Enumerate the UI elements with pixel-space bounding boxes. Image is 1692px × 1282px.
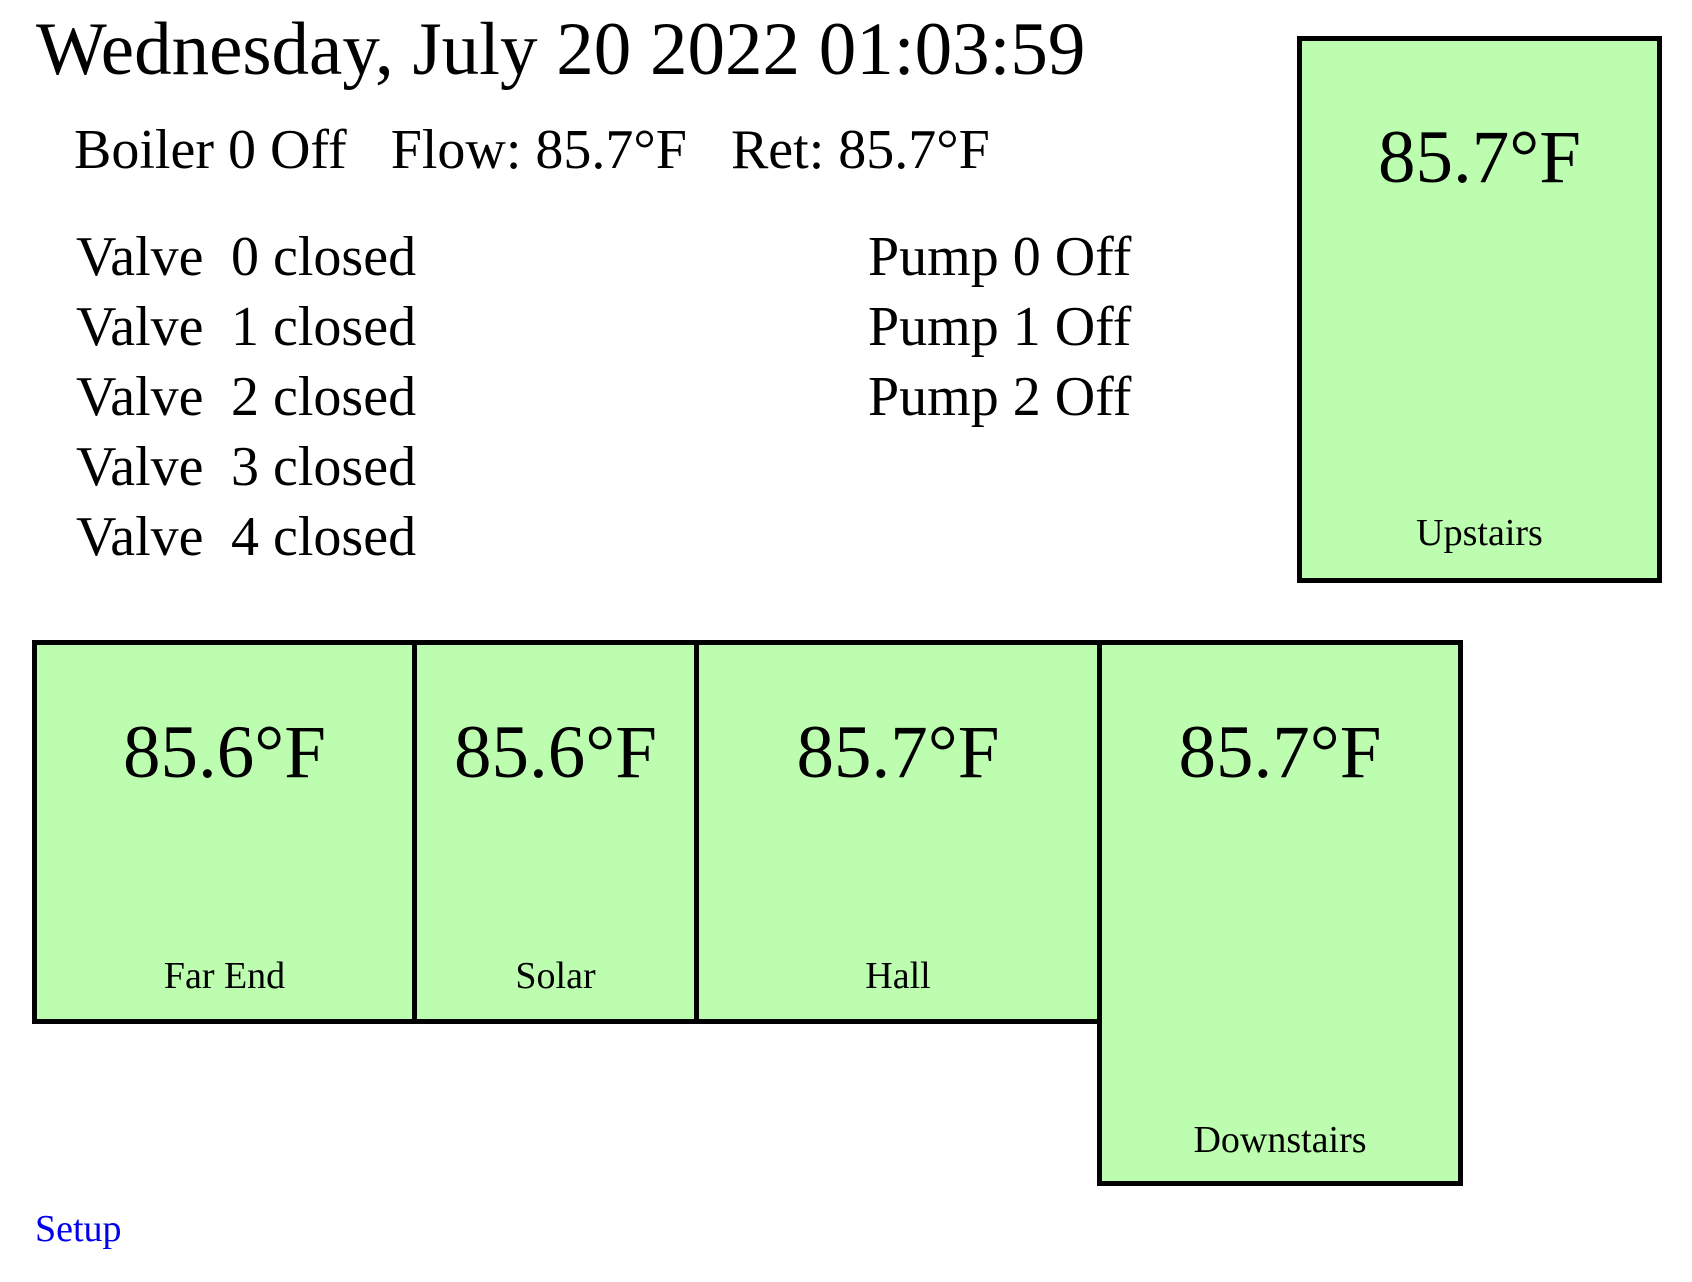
pump-status: Pump 0 Off [868,226,1132,288]
zone-solar[interactable]: 85.6°F Solar [412,640,699,1024]
valve-number: 0 [231,226,259,288]
zone-name: Far End [163,955,286,997]
zone-name: Downstairs [1193,1119,1367,1161]
zone-upstairs[interactable]: 85.7°F Upstairs [1297,36,1662,583]
valve-state: closed [273,296,417,358]
valve-row: Valve 1 closed [76,292,416,362]
flow-temperature: Flow: 85.7°F [390,119,687,181]
valve-label: Valve [76,506,204,568]
zone-temperature: 85.7°F [796,711,1000,794]
valve-number: 1 [231,296,259,358]
valve-label: Valve [76,366,204,428]
valve-label: Valve [76,436,204,498]
zone-downstairs[interactable]: 85.7°F Downstairs [1097,640,1463,1186]
valve-row: Valve 4 closed [76,502,416,572]
zone-temperature: 85.6°F [123,711,326,794]
zone-name: Upstairs [1416,512,1543,554]
pump-status: Pump 1 Off [868,296,1132,358]
pump-status: Pump 2 Off [868,366,1132,428]
thermostat-dashboard: Wednesday, July 20 2022 01:03:59 Boiler … [0,0,1692,1282]
valve-state: closed [273,506,417,568]
valve-number: 3 [231,436,259,498]
current-datetime: Wednesday, July 20 2022 01:03:59 [36,8,1086,91]
valve-number: 2 [231,366,259,428]
zone-temperature: 85.7°F [1178,711,1382,794]
valve-state: closed [273,226,417,288]
boiler-status: Boiler 0 Off [74,119,347,181]
zone-temperature: 85.7°F [1378,116,1581,199]
valve-state: closed [273,436,417,498]
pump-list: Pump 0 Off Pump 1 Off Pump 2 Off [868,222,1131,432]
valve-state: closed [273,366,417,428]
zone-name: Hall [865,955,931,997]
zone-far-end[interactable]: 85.6°F Far End [32,640,417,1024]
valve-number: 4 [231,506,259,568]
valve-list: Valve 0 closed Valve 1 closed Valve 2 close… [76,222,416,572]
valve-row: Valve 2 closed [76,362,416,432]
zone-name: Solar [515,955,596,997]
valve-row: Valve 3 closed [76,432,416,502]
zone-temperature: 85.6°F [454,711,657,794]
valve-label: Valve [76,226,204,288]
valve-label: Valve [76,296,204,358]
setup-link[interactable]: Setup [35,1210,122,1248]
valve-row: Valve 0 closed [76,222,416,292]
boiler-status-line: Boiler 0 Off Flow: 85.7°F Ret: 85.7°F [74,122,990,178]
return-temperature: Ret: 85.7°F [730,119,990,181]
zone-hall[interactable]: 85.7°F Hall [694,640,1102,1024]
